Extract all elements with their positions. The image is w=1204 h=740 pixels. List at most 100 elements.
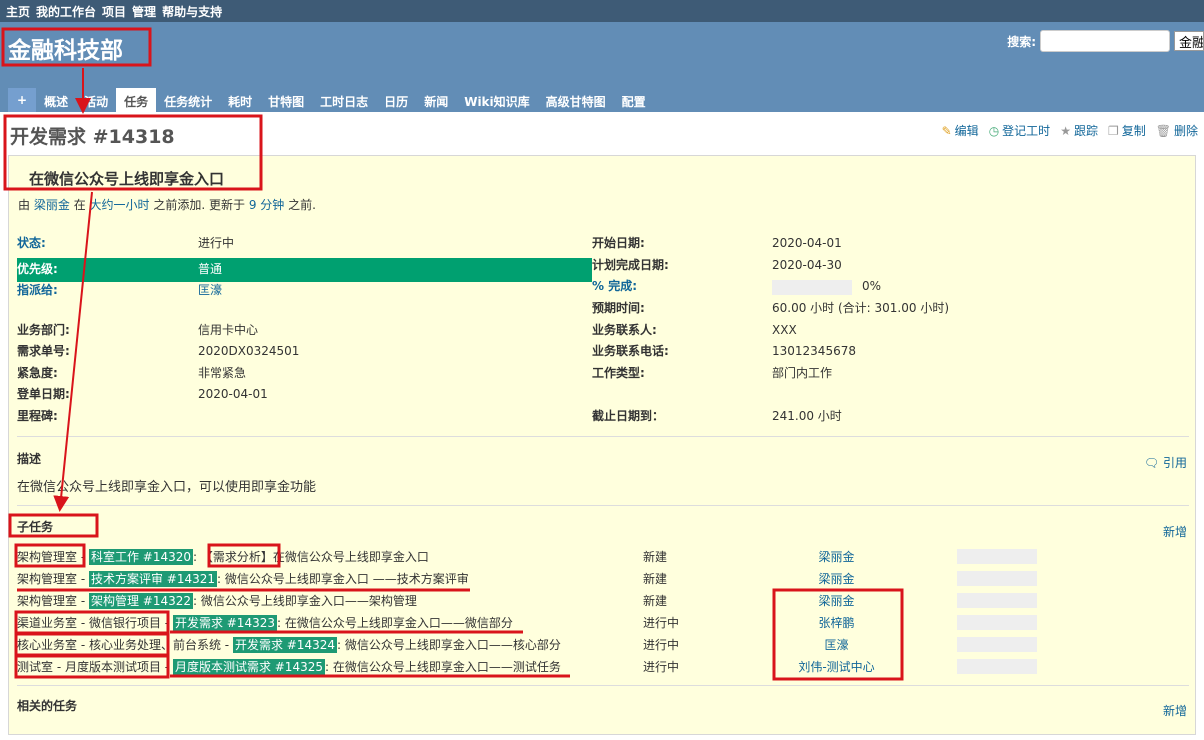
author-by: 由 xyxy=(18,198,31,212)
subtask-row: 测试室 - 月度版本测试项目 - 月度版本测试需求 #14325: 在微信公众号… xyxy=(17,656,561,678)
attr-value: 进行中 xyxy=(198,236,235,250)
tab-11[interactable]: 高级甘特图 xyxy=(538,88,614,112)
subtask-status: 进行中 xyxy=(643,660,680,674)
subtask-subject: 在微信公众号上线即享金入口——微信部分 xyxy=(284,616,513,630)
attr-value[interactable]: 匡濠 xyxy=(198,280,222,301)
subtask-project[interactable]: 架构管理室 xyxy=(17,550,77,564)
subtask-link[interactable]: 科室工作 #14320 xyxy=(88,549,194,565)
main-tabs: + 概述 活动 任务 任务统计 耗时 甘特图 工时日志 日历 新闻 Wiki知识库 高级甘特图 配置 xyxy=(8,88,654,112)
subtask-project[interactable]: 测试室 - 月度版本测试项目 xyxy=(17,660,161,674)
separator: - xyxy=(77,550,89,564)
separator: - xyxy=(160,616,173,630)
project-title[interactable]: 金融科技部 xyxy=(8,31,123,65)
subtask-link[interactable]: 架构管理 #14322 xyxy=(88,593,194,609)
tab-3[interactable]: 任务 xyxy=(116,88,157,112)
copy-icon: ❐ xyxy=(1107,123,1119,138)
attr-label: 登单日期: xyxy=(17,387,70,401)
quote-label: 引用 xyxy=(1162,456,1187,470)
updated-time-link[interactable]: 9 分钟 xyxy=(249,198,284,212)
description-heading: 描述 xyxy=(17,452,42,466)
divider xyxy=(17,505,1189,506)
subtask-assignee[interactable]: 张梓鹏 xyxy=(749,612,924,634)
action-label: 编辑 xyxy=(954,124,979,138)
menu-projects[interactable]: 项目 xyxy=(102,5,126,19)
menu-my-page[interactable]: 我的工作台 xyxy=(36,5,96,19)
subtask-subject: 微信公众号上线即享金入口——核心部分 xyxy=(344,638,561,652)
separator: : xyxy=(276,616,285,630)
action-2[interactable]: ★ 跟踪 xyxy=(1060,122,1098,139)
tab-6[interactable]: 甘特图 xyxy=(260,88,312,112)
subtask-link[interactable]: 月度版本测试需求 #14325 xyxy=(172,659,325,675)
author-link[interactable]: 梁丽金 xyxy=(34,198,70,212)
subtask-assignee[interactable]: 梁丽金 xyxy=(749,546,924,568)
attr-label: 指派给: xyxy=(17,283,58,297)
tab-4[interactable]: 任务统计 xyxy=(156,88,220,112)
subtask-assignee[interactable]: 匡濠 xyxy=(749,634,924,656)
tab-8[interactable]: 日历 xyxy=(376,88,416,112)
action-4[interactable]: 🗑 删除 xyxy=(1156,122,1198,139)
description-text: 在微信公众号上线即享金入口，可以使用即享金功能 xyxy=(17,480,317,495)
star-icon: ★ xyxy=(1060,123,1071,138)
attr-value: 部门内工作 xyxy=(772,366,833,380)
menu-home[interactable]: 主页 xyxy=(6,5,30,19)
subtask-subject: 在微信公众号上线即享金入口——测试任务 xyxy=(332,660,561,674)
subtask-progress xyxy=(957,571,1037,586)
subtask-link[interactable]: 开发需求 #14324 xyxy=(232,637,337,653)
subtask-subject: 【需求分析】在微信公众号上线即享金入口 xyxy=(200,550,429,564)
subtask-progress xyxy=(957,593,1037,608)
tab-9[interactable]: 新闻 xyxy=(416,88,456,112)
subtask-project[interactable]: 架构管理室 xyxy=(17,572,77,586)
attr-value: 2020-04-01 xyxy=(198,387,268,401)
tab-1[interactable]: 概述 xyxy=(36,88,76,112)
added-time-link[interactable]: 大约一小时 xyxy=(90,198,150,212)
action-3[interactable]: ❐ 复制 xyxy=(1108,122,1146,139)
separator: : xyxy=(217,572,225,586)
tab-2[interactable]: 活动 xyxy=(76,88,116,112)
action-label: 跟踪 xyxy=(1073,124,1098,138)
attr-label: 工作类型: xyxy=(592,366,645,380)
project-jump-select[interactable]: 金融科技部 xyxy=(1174,31,1204,51)
attr-value: 信用卡中心 xyxy=(198,323,259,337)
add-subtask-link[interactable]: 新增 xyxy=(1163,523,1187,540)
action-1[interactable]: ◷ 登记工时 xyxy=(989,122,1051,139)
attr-value: 2020-04-30 xyxy=(772,258,842,272)
tab-12[interactable]: 配置 xyxy=(614,88,654,112)
attr-label: 开始日期: xyxy=(592,236,645,250)
attr-label: 里程碑: xyxy=(17,409,58,423)
subtask-link[interactable]: 开发需求 #14323 xyxy=(172,615,277,631)
subtask-assignee[interactable]: 梁丽金 xyxy=(749,590,924,612)
subtasks-heading: 子任务 xyxy=(17,520,54,534)
separator: - xyxy=(77,594,89,608)
issue-title: 开发需求 #14318 xyxy=(10,126,175,148)
related-heading: 相关的任务 xyxy=(17,699,78,713)
new-object-button[interactable]: + xyxy=(8,88,37,112)
tab-10[interactable]: Wiki知识库 xyxy=(456,88,537,112)
subtask-link[interactable]: 技术方案评审 #14321 xyxy=(88,571,218,587)
attr-value: 2020-04-01 xyxy=(772,236,842,250)
subtask-assignee[interactable]: 刘伟-测试中心 xyxy=(749,656,924,678)
issue-details: 在微信公众号上线即享金入口 由 梁丽金 在 大约一小时 之前添加. 更新于 9 … xyxy=(8,155,1196,735)
menu-admin[interactable]: 管理 xyxy=(132,5,156,19)
add-related-link[interactable]: 新增 xyxy=(1163,702,1187,719)
separator: : xyxy=(336,638,345,652)
attr-value: 普通 xyxy=(198,262,223,276)
pencil-icon: ✎ xyxy=(941,123,952,138)
tab-7[interactable]: 工时日志 xyxy=(312,88,376,112)
trash-icon: 🗑 xyxy=(1155,123,1171,138)
subtask-row: 架构管理室 - 架构管理 #14322: 微信公众号上线即享金入口——架构管理 xyxy=(17,590,417,612)
attr-value: XXX xyxy=(772,323,797,337)
subtask-assignee[interactable]: 梁丽金 xyxy=(749,568,924,590)
attr-value: 60.00 小时 (合计: 301.00 小时) xyxy=(772,301,950,315)
action-label: 登记工时 xyxy=(1002,124,1051,138)
menu-help[interactable]: 帮助与支持 xyxy=(162,5,222,19)
header: 金融科技部 搜索: 金融科技部 +概述活动任务任务统计耗时甘特图工时日志日历新闻… xyxy=(0,22,1204,112)
subtask-project[interactable]: 渠道业务室 - 微信银行项目 xyxy=(17,616,161,630)
subtask-project[interactable]: 架构管理室 xyxy=(17,594,77,608)
updated-suffix: 之前. xyxy=(288,198,316,212)
subtask-project[interactable]: 核心业务室 - 核心业务处理、前台系统 xyxy=(17,638,221,652)
action-0[interactable]: ✎ 编辑 xyxy=(942,122,979,139)
search-input[interactable] xyxy=(1040,30,1170,52)
tab-5[interactable]: 耗时 xyxy=(220,88,260,112)
priority-highlight xyxy=(17,258,592,282)
quote-button[interactable]: 🗨 引用 xyxy=(1144,454,1187,471)
